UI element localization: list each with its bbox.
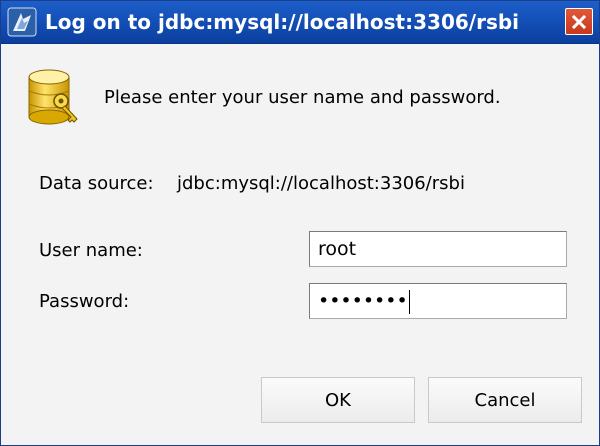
- data-source-label: Data source:: [39, 173, 154, 194]
- cancel-button[interactable]: Cancel: [428, 377, 582, 423]
- password-label: Password:: [39, 291, 130, 312]
- password-input[interactable]: ••••••••: [309, 283, 567, 319]
- close-icon: [571, 14, 587, 29]
- prompt-text: Please enter your user name and password…: [104, 87, 501, 108]
- username-label: User name:: [39, 240, 143, 261]
- window-title: Log on to jdbc:mysql://localhost:3306/rs…: [45, 10, 520, 34]
- data-source-value: jdbc:mysql://localhost:3306/rsbi: [177, 173, 465, 194]
- close-button[interactable]: [565, 8, 593, 35]
- logon-dialog: Log on to jdbc:mysql://localhost:3306/rs…: [0, 0, 600, 446]
- app-icon: [7, 7, 37, 37]
- database-key-icon: [25, 67, 81, 127]
- title-bar[interactable]: Log on to jdbc:mysql://localhost:3306/rs…: [1, 1, 599, 44]
- username-input[interactable]: root: [309, 231, 567, 267]
- ok-button[interactable]: OK: [261, 377, 415, 423]
- password-mask: ••••••••: [318, 290, 408, 312]
- text-caret: [408, 289, 410, 314]
- username-value: root: [318, 238, 357, 260]
